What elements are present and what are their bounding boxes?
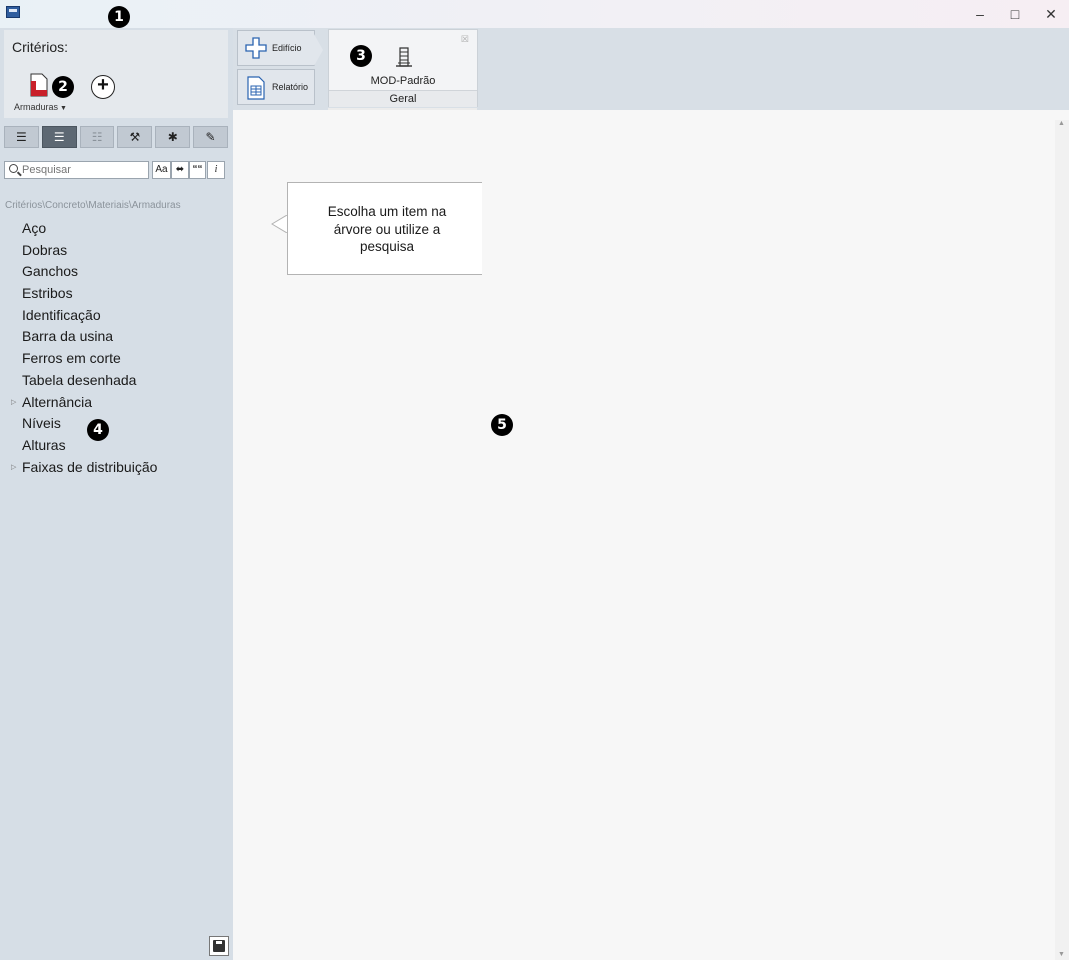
criteria-panel: Critérios: Armaduras ▼ + xyxy=(4,30,228,118)
tree-item-label: Alturas xyxy=(22,436,66,453)
asterisk-icon[interactable]: ✱ xyxy=(155,126,191,148)
building-button[interactable]: Edifício xyxy=(237,30,323,66)
content-area: Escolha um item na árvore ou utilize a p… xyxy=(233,110,1069,960)
app-icon xyxy=(6,6,20,18)
criteria-sidebar: Critérios: Armaduras ▼ + ☰ ☰ ☷ ⚒ ✱ ✎ Aa … xyxy=(0,28,233,960)
match-case-button[interactable]: Aa xyxy=(152,161,171,179)
list-detailed-icon[interactable]: ☰ xyxy=(41,126,77,148)
top-ribbon: Edifício Relatório ☒ MOD-Padrão Geral xyxy=(233,28,1069,110)
tree-item-label: Identificação xyxy=(22,306,101,323)
search-row: Aa ⬌ ““ i xyxy=(4,161,228,179)
tree-item-dobras[interactable]: Dobras xyxy=(0,240,233,262)
tree-item-aco[interactable]: Aço xyxy=(0,218,233,240)
vertical-scrollbar[interactable]: ▲ ▼ xyxy=(1055,120,1069,960)
building-button-label: Edifício xyxy=(272,43,302,53)
hint-line: árvore ou utilize a xyxy=(333,221,441,237)
report-icon xyxy=(247,76,265,100)
view-toolbar: ☰ ☰ ☷ ⚒ ✱ ✎ xyxy=(4,126,228,148)
tree-item-label: Ganchos xyxy=(22,263,79,280)
list-icon[interactable]: ☰ xyxy=(4,126,39,148)
category-dropdown[interactable]: Armaduras ▼ xyxy=(14,102,67,112)
hint-callout-tail xyxy=(271,215,287,233)
expand-arrow-icon[interactable]: ▷ xyxy=(11,457,16,479)
card-close-icon[interactable]: ☒ xyxy=(461,34,469,45)
tree-item-ganchos[interactable]: Ganchos xyxy=(0,261,233,283)
list-grid-icon[interactable]: ☷ xyxy=(79,126,115,148)
tree-item-niveis[interactable]: Níveis xyxy=(0,413,233,435)
search-field[interactable] xyxy=(4,161,149,179)
search-input[interactable] xyxy=(22,163,144,177)
tree-item-estribos[interactable]: Estribos xyxy=(0,283,233,305)
tree-item-tabela-desenhada[interactable]: Tabela desenhada xyxy=(0,370,233,392)
rebar-document-icon[interactable] xyxy=(29,73,49,97)
building-icon xyxy=(396,47,412,67)
tree-item-ferros-em-corte[interactable]: Ferros em corte xyxy=(0,348,233,370)
model-name: MOD-Padrão xyxy=(370,75,436,87)
tree-item-identificacao[interactable]: Identificação xyxy=(0,305,233,327)
report-button-label: Relatório xyxy=(272,82,309,92)
title-bar: – □ ✕ xyxy=(0,0,1069,28)
maximize-icon[interactable]: □ xyxy=(1000,4,1030,24)
callout-marker-3: 3 xyxy=(350,45,372,67)
quote-search-button[interactable]: ““ xyxy=(189,161,206,179)
save-icon[interactable] xyxy=(209,936,229,956)
criteria-title: Critérios: xyxy=(12,39,69,55)
callout-marker-1: 1 xyxy=(108,6,130,28)
tree-item-label: Aço xyxy=(22,220,47,236)
scroll-down-icon[interactable]: ▼ xyxy=(1058,951,1065,958)
add-criteria-button[interactable]: + xyxy=(91,75,115,99)
expand-arrow-icon[interactable]: ▷ xyxy=(11,392,16,414)
scroll-up-icon[interactable]: ▲ xyxy=(1058,120,1065,127)
whole-word-button[interactable]: ⬌ xyxy=(171,161,189,179)
hint-line: pesquisa xyxy=(359,239,415,254)
hint-text: Escolha um item na árvore ou utilize a p… xyxy=(302,203,472,256)
report-button[interactable]: Relatório xyxy=(237,69,315,105)
callout-marker-5: 5 xyxy=(491,414,513,436)
breadcrumb: Critérios\Concreto\Materiais\Armaduras xyxy=(5,200,181,211)
minimize-icon[interactable]: – xyxy=(965,4,995,24)
tree-item-faixas-de-distribuicao[interactable]: ▷ Faixas de distribuição xyxy=(0,457,233,479)
tree-item-label: Ferros em corte xyxy=(22,350,121,367)
hint-line: Escolha um item na xyxy=(327,204,447,219)
tree-item-label: Barra da usina xyxy=(22,328,114,345)
info-button[interactable]: i xyxy=(207,161,225,179)
tree-item-barra-da-usina[interactable]: Barra da usina xyxy=(0,326,233,348)
tree-item-label: Alternância xyxy=(22,393,93,410)
breadcrumb-arrow xyxy=(314,34,323,66)
tree-item-label: Estribos xyxy=(22,285,73,302)
hint-callout: Escolha um item na árvore ou utilize a p… xyxy=(287,182,482,275)
tree-item-alternancia[interactable]: ▷ Alternância xyxy=(0,392,233,414)
model-card[interactable]: ☒ MOD-Padrão Geral xyxy=(328,29,478,107)
wrench-icon[interactable]: ⚒ xyxy=(117,126,153,148)
pencil-icon[interactable]: ✎ xyxy=(193,126,228,148)
criteria-tree: Aço Dobras Ganchos Estribos Identificaçã… xyxy=(0,218,233,478)
close-icon[interactable]: ✕ xyxy=(1036,4,1066,24)
chevron-down-icon: ▼ xyxy=(58,105,67,112)
tree-item-label: Faixas de distribuição xyxy=(22,458,158,475)
tree-item-label: Níveis xyxy=(22,415,61,432)
building-plus-icon xyxy=(245,37,267,59)
callout-marker-2: 2 xyxy=(52,76,74,98)
tree-item-alturas[interactable]: Alturas xyxy=(0,435,233,457)
model-category: Geral xyxy=(329,90,477,107)
callout-marker-4: 4 xyxy=(87,419,109,441)
tree-item-label: Tabela desenhada xyxy=(22,371,137,388)
search-icon xyxy=(9,164,18,173)
category-label: Armaduras xyxy=(14,102,59,112)
tree-item-label: Dobras xyxy=(22,241,68,258)
